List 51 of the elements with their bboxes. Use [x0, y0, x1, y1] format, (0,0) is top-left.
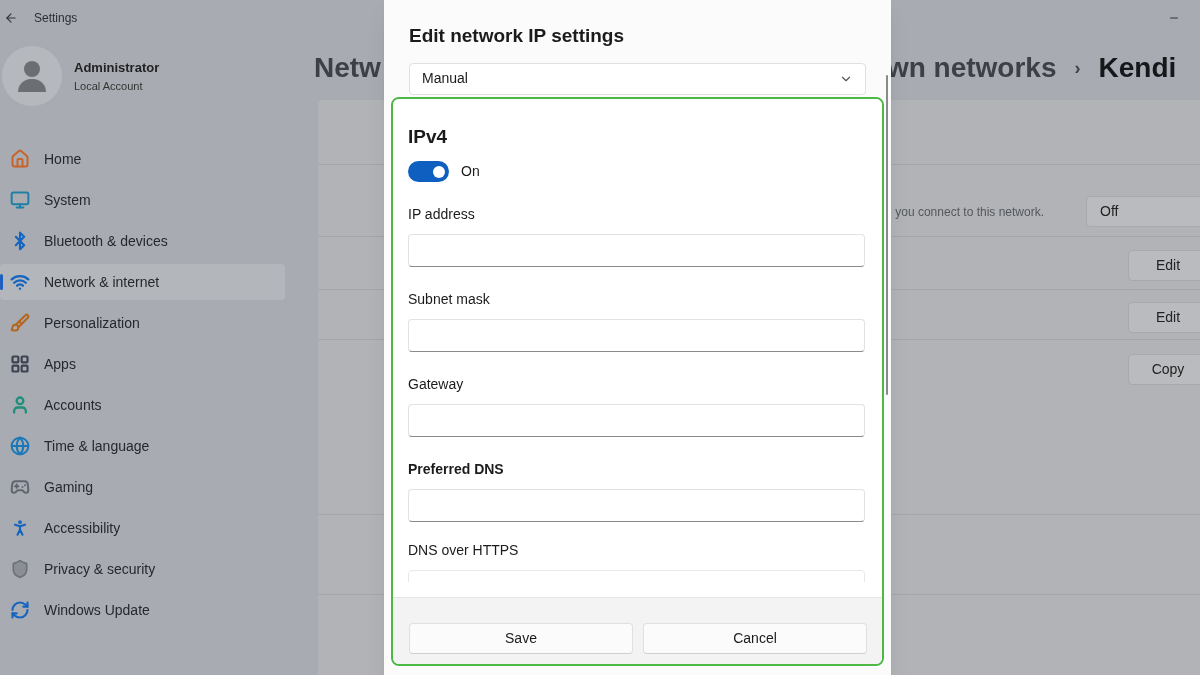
- update-icon: [10, 600, 30, 620]
- account-name: Administrator: [74, 59, 160, 77]
- nav-item[interactable]: System: [0, 182, 285, 218]
- home-icon: [10, 149, 30, 169]
- section-title: IPv4: [408, 124, 449, 149]
- field-label: IP address: [408, 205, 476, 224]
- nav-item[interactable]: Home: [0, 141, 285, 177]
- back-icon[interactable]: [4, 11, 18, 25]
- scrollbar-icon[interactable]: [886, 75, 888, 395]
- page-title: Kendi: [1098, 51, 1177, 85]
- input-field[interactable]: [408, 319, 865, 352]
- shield-icon: [10, 559, 30, 579]
- dialog-button[interactable]: Save: [409, 622, 633, 654]
- nav-item[interactable]: Accessibility: [0, 510, 285, 546]
- nav-item[interactable]: Network & internet: [0, 264, 285, 300]
- action-button[interactable]: Copy: [1128, 354, 1200, 385]
- mode-dropdown[interactable]: Manual: [409, 62, 866, 95]
- nav-item[interactable]: Accounts: [0, 387, 285, 423]
- action-button[interactable]: Edit: [1128, 250, 1200, 281]
- window-title: Settings: [34, 10, 78, 27]
- breadcrumb-item[interactable]: Netw: [314, 47, 381, 89]
- field-label: Preferred DNS: [408, 460, 505, 479]
- toggle-label: On: [461, 162, 480, 181]
- account-type: Local Account: [74, 78, 144, 94]
- toggle-switch[interactable]: [408, 161, 449, 182]
- action-button[interactable]: Edit: [1128, 302, 1200, 333]
- field-label: Subnet mask: [408, 290, 491, 309]
- setting-description: you connect to this network.: [895, 203, 1044, 221]
- dialog-button[interactable]: Cancel: [643, 622, 867, 654]
- field-label: Gateway: [408, 375, 465, 394]
- apps-icon: [10, 354, 30, 374]
- nav-item[interactable]: Windows Update: [0, 592, 285, 628]
- gamepad-icon: [10, 477, 30, 497]
- dialog-title: Edit network IP settings: [409, 24, 626, 48]
- nav-item[interactable]: Bluetooth & devices: [0, 223, 285, 259]
- nav-item[interactable]: Privacy & security: [0, 551, 285, 587]
- brush-icon: [10, 313, 30, 333]
- dropdown[interactable]: Off: [1086, 196, 1200, 227]
- input-field[interactable]: [408, 404, 865, 437]
- nav-item[interactable]: Apps: [0, 346, 285, 382]
- globe-icon: [10, 436, 30, 456]
- nav-item[interactable]: Time & language: [0, 428, 285, 464]
- monitor-icon: [10, 190, 30, 210]
- input-field[interactable]: [408, 489, 865, 522]
- input-field[interactable]: [408, 234, 865, 267]
- nav-item[interactable]: Gaming: [0, 469, 285, 505]
- person-icon: [10, 395, 30, 415]
- field-label: DNS over HTTPS: [408, 541, 520, 560]
- wifi-icon: [10, 272, 30, 292]
- nav-item[interactable]: Personalization: [0, 305, 285, 341]
- breadcrumb-separator: ›: [1074, 56, 1081, 80]
